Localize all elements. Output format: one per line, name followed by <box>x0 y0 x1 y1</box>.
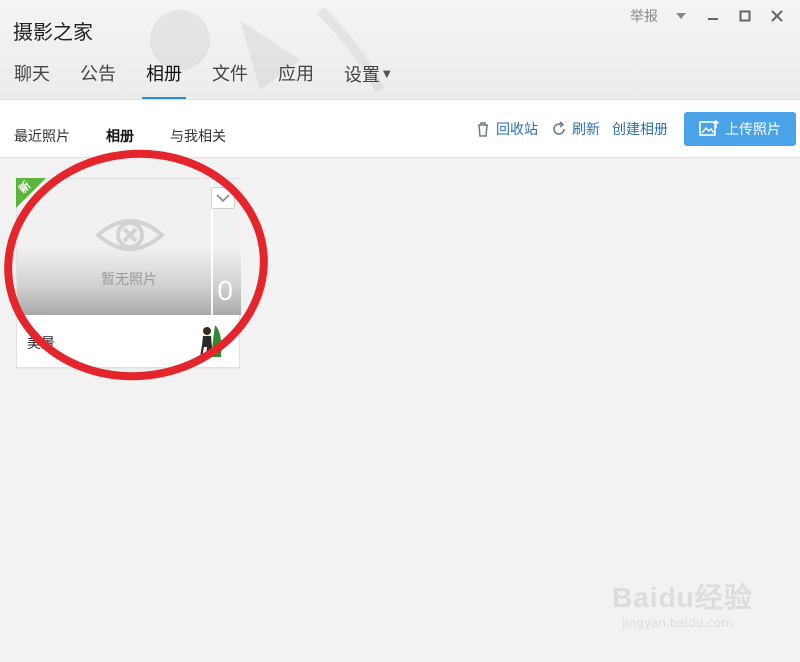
create-album-button[interactable]: 创建相册 <box>612 112 668 146</box>
album-toolbar: 最近照片 相册 与我相关 回收站 刷新 创建相册 上传照片 <box>0 100 800 158</box>
upload-label: 上传照片 <box>725 122 781 138</box>
avatar <box>200 325 222 357</box>
tab-label: 聊天 <box>14 64 50 85</box>
no-photo-icon <box>95 219 165 251</box>
subtab-albums[interactable]: 相册 <box>106 126 134 146</box>
header: 摄影之家 举报 聊天 公告 相册 文件 应用 设置 ▼ <box>0 0 800 100</box>
album-menu-button[interactable] <box>211 187 235 209</box>
tab-label: 公告 <box>80 64 116 85</box>
new-badge: 新 <box>16 178 46 208</box>
tab-chat[interactable]: 聊天 <box>14 62 50 99</box>
trash-icon <box>478 122 488 137</box>
recycle-bin-button[interactable]: 回收站 <box>474 112 538 146</box>
empty-text: 暂无照片 <box>101 272 157 288</box>
tab-label: 设置 <box>344 65 380 86</box>
album-name: 美景 <box>27 336 55 352</box>
report-link[interactable]: 举报 <box>630 6 658 26</box>
refresh-label: 刷新 <box>572 122 600 138</box>
refresh-button[interactable]: 刷新 <box>550 112 600 146</box>
menu-dropdown-icon[interactable] <box>672 7 690 25</box>
chevron-down-icon <box>216 194 230 202</box>
tab-settings[interactable]: 设置 ▼ <box>344 62 391 99</box>
watermark-brand: Baidu经验 <box>612 582 753 613</box>
watermark-url: jingyan.baidu.com <box>622 616 733 630</box>
tab-album[interactable]: 相册 <box>142 62 186 99</box>
tab-apps[interactable]: 应用 <box>278 62 314 99</box>
album-card[interactable]: 暂无照片 0 新 美景 <box>16 178 241 368</box>
album-actions: 回收站 刷新 创建相册 上传照片 <box>474 112 796 146</box>
minimize-icon[interactable] <box>704 7 722 25</box>
album-subtabs: 最近照片 相册 与我相关 <box>14 126 226 146</box>
upload-photos-button[interactable]: 上传照片 <box>684 112 796 146</box>
recycle-bin-label: 回收站 <box>496 122 538 138</box>
close-icon[interactable] <box>768 7 786 25</box>
subtab-related-to-me[interactable]: 与我相关 <box>170 126 226 146</box>
tab-label: 文件 <box>212 64 248 85</box>
create-album-label: 创建相册 <box>612 122 668 138</box>
tab-files[interactable]: 文件 <box>212 62 248 99</box>
caret-down-icon: ▼ <box>383 69 391 80</box>
window-controls: 举报 <box>630 6 786 26</box>
app-title: 摄影之家 <box>13 20 93 44</box>
subtab-recent-photos[interactable]: 最近照片 <box>14 126 70 146</box>
tab-announcement[interactable]: 公告 <box>80 62 116 99</box>
tab-label: 相册 <box>146 64 182 85</box>
photo-count: 0 <box>217 275 233 306</box>
watermark: Baidu经验 jingyan.baidu.com <box>612 576 792 646</box>
image-upload-icon <box>699 120 719 136</box>
maximize-icon[interactable] <box>736 7 754 25</box>
main-tabs: 聊天 公告 相册 文件 应用 设置 ▼ <box>0 62 407 99</box>
refresh-icon <box>553 121 565 135</box>
tab-label: 应用 <box>278 64 314 85</box>
album-cover[interactable]: 暂无照片 0 <box>17 179 241 315</box>
